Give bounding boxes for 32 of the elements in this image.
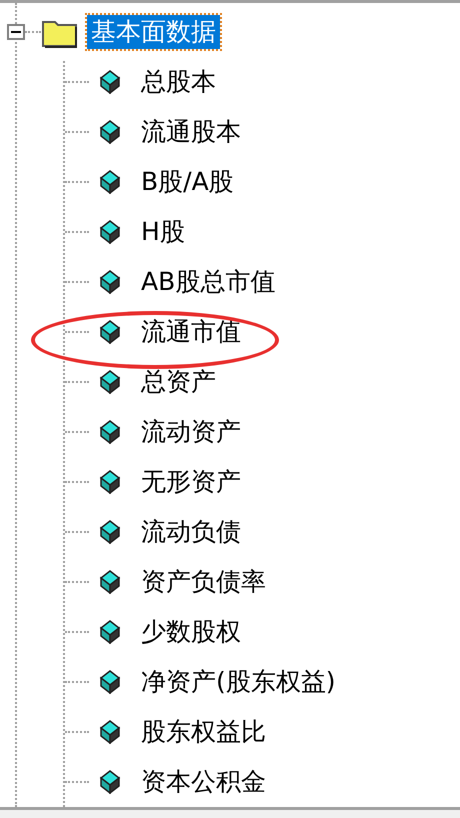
- cube-icon: [99, 220, 121, 244]
- tree-item[interactable]: 总资产: [137, 365, 220, 399]
- tree-item[interactable]: 少数股权: [137, 615, 245, 649]
- tree-item[interactable]: 资产负债率: [137, 565, 270, 599]
- tree-item[interactable]: 流通股本: [137, 115, 245, 149]
- cube-icon: [99, 120, 121, 144]
- tree-item[interactable]: 总股本: [137, 65, 220, 99]
- cube-icon: [99, 620, 121, 644]
- tree-item[interactable]: 流动负债: [137, 515, 245, 549]
- collapse-toggle[interactable]: [7, 24, 25, 40]
- tree-item[interactable]: H股: [137, 215, 189, 249]
- tree-node[interactable]: 基本面数据: [87, 15, 220, 49]
- cube-icon: [99, 370, 121, 394]
- tree-item[interactable]: 股东权益比: [137, 715, 270, 749]
- cube-icon: [99, 320, 121, 344]
- tree-item[interactable]: 流动资产: [137, 415, 245, 449]
- cube-icon: [99, 670, 121, 694]
- tree-item[interactable]: AB股总市值: [137, 265, 280, 299]
- cube-icon: [99, 470, 121, 494]
- tree-item[interactable]: 流通市值: [137, 315, 245, 349]
- cube-icon: [99, 720, 121, 744]
- cube-icon: [99, 570, 121, 594]
- cube-icon: [99, 270, 121, 294]
- tree-item[interactable]: 净资产(股东权益): [137, 665, 340, 699]
- cube-icon: [99, 420, 121, 444]
- cube-icon: [99, 170, 121, 194]
- tree-item[interactable]: 无形资产: [137, 465, 245, 499]
- cube-icon: [99, 70, 121, 94]
- tree-item[interactable]: 资本公积金: [137, 765, 270, 799]
- cube-icon: [99, 520, 121, 544]
- tree-item[interactable]: B股/A股: [137, 165, 238, 199]
- cube-icon: [99, 770, 121, 794]
